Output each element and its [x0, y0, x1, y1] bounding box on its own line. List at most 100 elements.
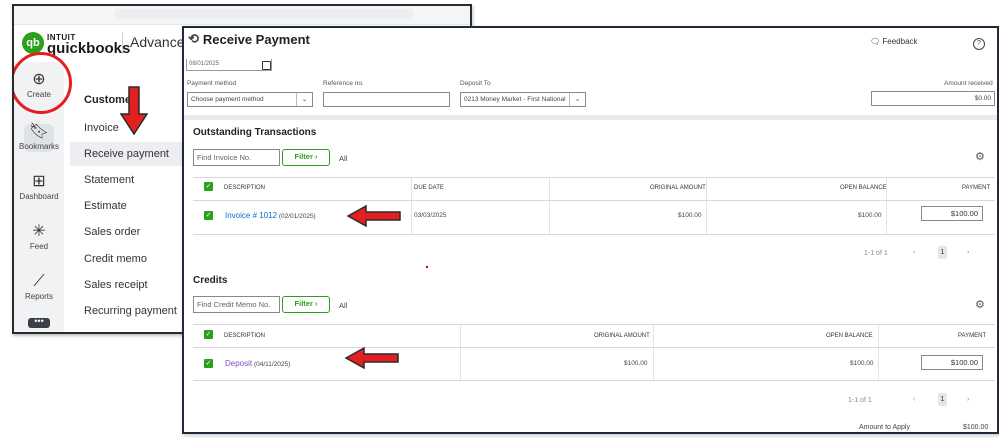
reference-label: Reference no. [323, 80, 364, 87]
payment-input[interactable]: $100.00 [921, 355, 983, 370]
select-all-checkbox[interactable]: ✓ [204, 330, 213, 339]
table-bottom-border [193, 380, 995, 381]
filter-all-label: All [339, 154, 348, 163]
sidebar-label: Bookmarks [18, 142, 59, 151]
filter-label: Filter [294, 152, 313, 161]
amount-to-apply-label: Amount to Apply [859, 424, 910, 431]
col-original-amount: ORIGINAL AMOUNT [650, 185, 706, 191]
next-page-icon[interactable]: › [967, 396, 969, 403]
amount-received-label: Amount received [944, 80, 993, 87]
feedback-icon: 🗨︎ [870, 37, 881, 46]
deposit-date: (04/11/2025) [253, 361, 291, 368]
amount-received-input[interactable]: $0.00 [871, 91, 995, 106]
table-top-border [193, 324, 995, 325]
history-icon[interactable]: ⟲ [188, 31, 199, 47]
pagination-text: 1-1 of 1 [864, 250, 888, 257]
next-page-icon[interactable]: › [967, 249, 969, 256]
column-divider [411, 178, 412, 234]
row-due-date: 03/03/2025 [414, 212, 447, 219]
section-divider [184, 115, 997, 120]
filter-all-label: All [339, 301, 348, 310]
annotation-circle [14, 52, 72, 114]
divider [122, 32, 123, 54]
menu-item-statement[interactable]: Statement [70, 168, 188, 192]
credits-title: Credits [193, 275, 228, 286]
row-open-balance: $100.00 [858, 212, 882, 219]
column-divider [878, 325, 879, 381]
select-all-checkbox[interactable]: ✓ [204, 182, 213, 191]
sidebar-label: Dashboard [19, 192, 59, 201]
sparkle-icon: ✳ [32, 223, 46, 240]
sidebar-item-feed[interactable]: ✳ Feed [14, 222, 64, 251]
payment-date-field[interactable]: 08/01/2025 [186, 59, 272, 71]
sidebar-item-bookmarks[interactable]: 🔖︎ Bookmarks [14, 122, 64, 151]
deposit-to-label: Deposit To [460, 80, 491, 87]
table-top-border [193, 177, 995, 178]
row-open-balance: $100.00 [850, 360, 874, 367]
payment-method-label: Payment method [187, 80, 237, 87]
column-divider [653, 325, 654, 381]
reference-input[interactable] [323, 92, 450, 107]
chart-line-icon: ⟋ [33, 273, 45, 290]
find-credit-memo-input[interactable]: Find Credit Memo No. [193, 296, 280, 313]
sidebar-item-reports[interactable]: ⟋ Reports [14, 272, 64, 301]
payment-input[interactable]: $100.00 [921, 206, 983, 221]
filter-button[interactable]: Filter › [282, 149, 330, 166]
qb-logo-icon: qb [22, 32, 44, 54]
settings-gear-icon[interactable]: ⚙ [975, 150, 985, 163]
row-checkbox[interactable]: ✓ [204, 211, 213, 220]
column-divider [886, 178, 887, 234]
down-arrow-annotation [120, 86, 148, 136]
row-checkbox[interactable]: ✓ [204, 359, 213, 368]
col-open-balance: OPEN BALANCE [826, 333, 873, 339]
outstanding-title: Outstanding Transactions [193, 127, 317, 138]
amount-to-apply-value: $100.00 [963, 424, 989, 431]
menu-item-credit-memo[interactable]: Credit memo [70, 247, 188, 271]
prev-page-icon[interactable]: ‹ [913, 396, 915, 403]
deposit-to-value: 0213 Money Market - First National [464, 96, 566, 103]
left-arrow-annotation [346, 204, 401, 228]
invoice-link[interactable]: Invoice # 1012 [225, 211, 277, 220]
page-number[interactable]: 1 [938, 393, 947, 406]
dialog-title: ⟲ Receive Payment [188, 31, 310, 47]
chevron-down-icon: ⌄ [296, 93, 312, 106]
row-description: Invoice # 1012 (02/01/2025) [225, 211, 316, 220]
feedback-button[interactable]: 🗨︎ Feedback [870, 37, 918, 46]
menu-item-sales-receipt[interactable]: Sales receipt [70, 273, 188, 297]
sidebar-label: Feed [29, 242, 49, 251]
deposit-to-select[interactable]: 0213 Money Market - First National ⌄ [460, 92, 586, 107]
menu-item-recurring-payment[interactable]: Recurring payment [70, 299, 188, 323]
menu-item-sales-order[interactable]: Sales order [70, 220, 188, 244]
browser-bar [14, 6, 470, 25]
col-due-date: DUE DATE [414, 185, 444, 191]
calendar-icon[interactable] [262, 61, 271, 70]
settings-gear-icon[interactable]: ⚙ [975, 298, 985, 311]
col-original-amount: ORIGINAL AMOUNT [594, 333, 650, 339]
bookmark-icon: 🔖︎ [28, 123, 50, 140]
col-description: DESCRIPTION [224, 185, 266, 191]
receive-payment-dialog: ⟲ Receive Payment 🗨︎ Feedback ? 08/01/20… [182, 26, 999, 434]
page-number[interactable]: 1 [938, 246, 947, 259]
dashboard-icon: ⊞ [32, 173, 46, 190]
title-text: Receive Payment [202, 31, 310, 47]
prev-page-icon[interactable]: ‹ [913, 249, 915, 256]
deposit-link[interactable]: Deposit [225, 359, 252, 368]
table-bottom-border [193, 234, 995, 235]
pagination-text: 1-1 of 1 [848, 397, 872, 404]
address-bar[interactable] [114, 9, 414, 19]
find-invoice-input[interactable]: Find Invoice No. [193, 149, 280, 166]
menu-item-estimate[interactable]: Estimate [70, 194, 188, 218]
menu-item-receive-payment[interactable]: Receive payment [70, 142, 188, 166]
help-icon[interactable]: ? [973, 38, 985, 50]
col-open-balance: OPEN BALANCE [840, 185, 887, 191]
payment-method-select[interactable]: Choose payment method ⌄ [187, 92, 313, 107]
invoice-date: (02/01/2025) [278, 213, 316, 220]
filter-button[interactable]: Filter › [282, 296, 330, 313]
payment-method-value: Choose payment method [191, 96, 264, 103]
column-divider [460, 325, 461, 381]
more-icon[interactable]: ••• [28, 317, 50, 328]
row-original-amount: $100.00 [624, 360, 648, 367]
filter-label: Filter [294, 299, 313, 308]
sidebar-item-dashboard[interactable]: ⊞ Dashboard [14, 172, 64, 201]
header-border [193, 200, 995, 201]
